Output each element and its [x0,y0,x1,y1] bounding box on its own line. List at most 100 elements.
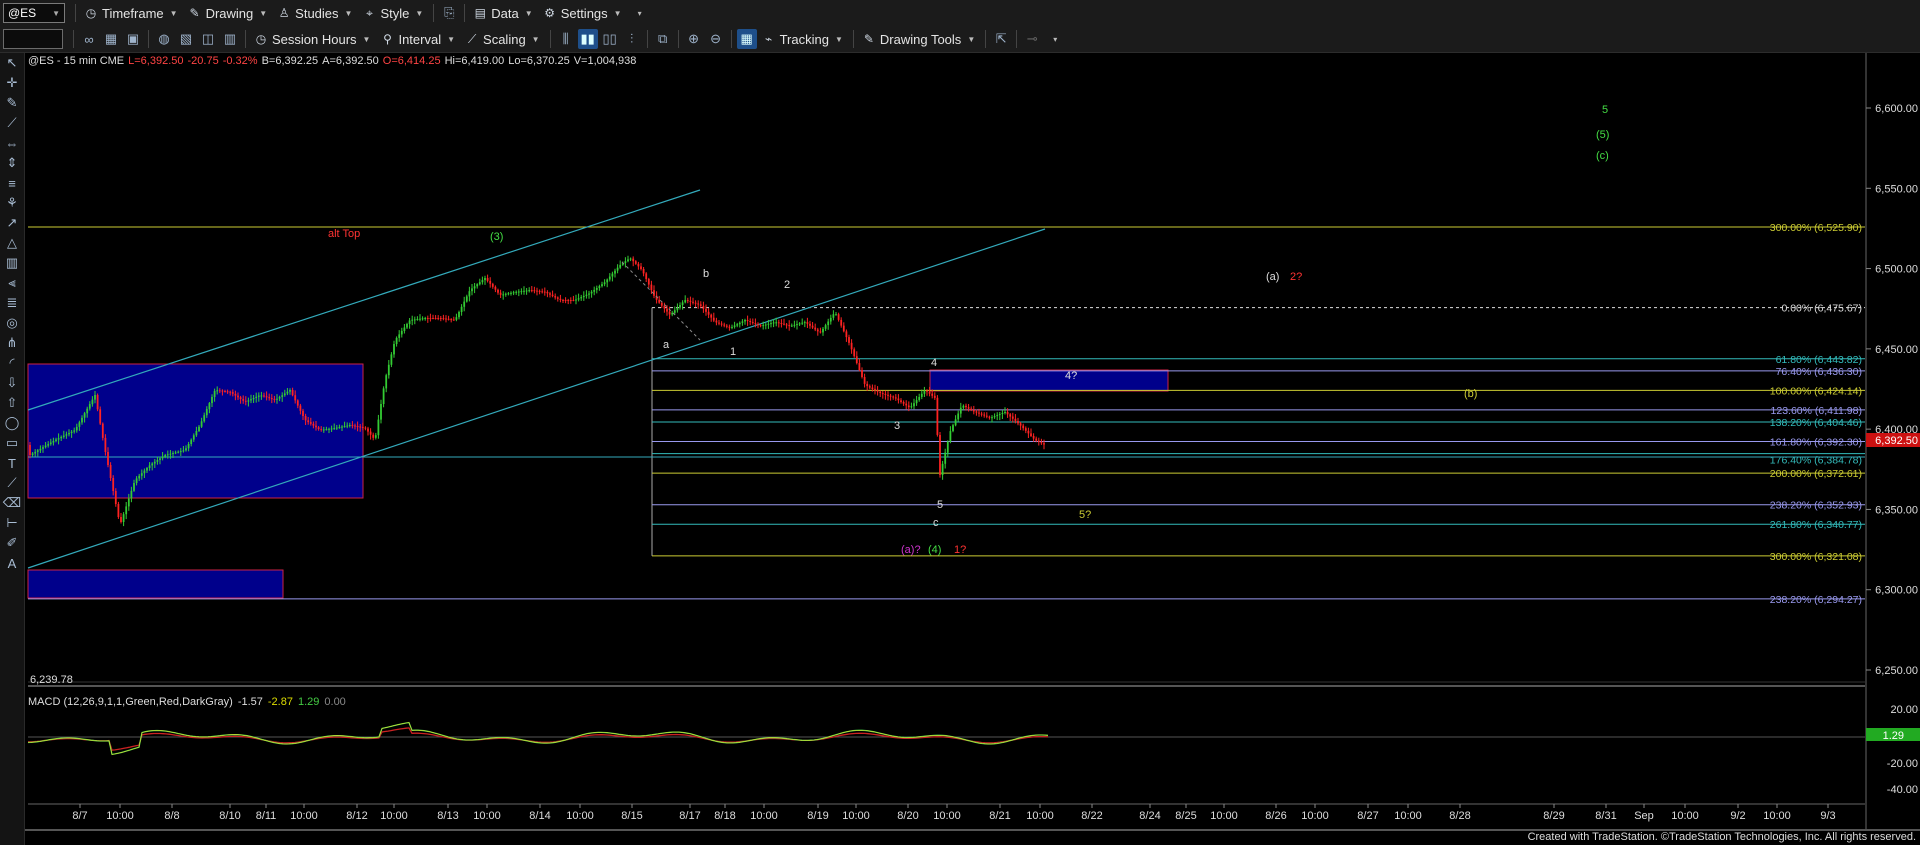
tracking-menu[interactable]: ⌁ Tracking ▼ [758,28,847,50]
price-chart[interactable]: 6,600.006,550.006,500.006,450.006,400.00… [0,0,1920,845]
data-window-icon[interactable]: ▦ [736,29,757,49]
vertical-line-icon[interactable]: ⇕ [0,153,24,173]
overflow-menu-2[interactable]: ▾ [1043,28,1061,50]
candle-body [939,435,941,475]
fib-retracement-icon[interactable]: ≡ [0,173,24,193]
arrow-down-icon[interactable]: ⇩ [0,373,24,393]
link-windows-icon[interactable]: ⎘ [439,3,459,23]
candle-body [369,431,372,435]
wave-label: (a)? [901,544,921,556]
candle-body [104,437,107,452]
candle-body [744,320,746,322]
ellipse-icon[interactable]: ◯ [0,413,24,433]
price-tick-label: 6,450.00 [1875,344,1918,356]
candle-body [928,391,931,394]
zoom-out-icon[interactable]: ⊖ [706,29,726,49]
interval-label: Interval [398,31,442,47]
scaling-menu[interactable]: ⟋ Scaling ▼ [461,28,544,50]
settings-menu[interactable]: ⚙ Settings ▼ [539,2,626,24]
ray-icon[interactable]: ↗ [0,213,24,233]
candle-body [471,288,473,292]
speed-lines-icon[interactable]: ⚘ [0,193,24,213]
style-menu[interactable]: ⌖ Style ▼ [358,2,427,24]
interval-menu[interactable]: ⚲ Interval ▼ [376,28,459,50]
drawing-tools-menu[interactable]: ✎ Drawing Tools ▼ [858,28,979,50]
ohlc-icon[interactable]: ⫶ [622,29,642,49]
channel-icon[interactable]: ≣ [0,293,24,313]
bars-icon[interactable]: ▥ [0,253,24,273]
crosshair-icon[interactable]: ✛ [0,73,24,93]
studies-menu[interactable]: ♙ Studies ▼ [273,2,356,24]
andrews-pitchfork-icon[interactable]: ⋔ [0,333,24,353]
candle-body [442,318,445,320]
chain-link-icon[interactable]: ∞ [79,29,99,49]
chevron-down-icon: ▼ [524,8,533,18]
gann-icon[interactable]: ◎ [0,313,24,333]
split-view-icon[interactable]: ⧉ [653,29,673,49]
overflow-menu[interactable]: ▾ [628,2,646,24]
date-tick-label: 9/2 [1730,810,1745,822]
candle-body [684,300,687,303]
chevron-down-icon: ▼ [344,8,353,18]
arc-icon[interactable]: ◜ [0,353,24,373]
page-icon[interactable]: ▣ [123,29,143,49]
link-chain-icon[interactable]: ⊸ [1022,29,1042,49]
triangle-icon[interactable]: △ [0,233,24,253]
symbol-input[interactable]: @ES ▼ [3,3,65,23]
last-price: L=6,392.50 [128,55,184,67]
macd-tick-label: 20.00 [1890,704,1918,716]
high-price: Hi=6,419.00 [444,55,505,67]
pointer-icon[interactable]: ↖ [0,53,24,73]
gear-icon: ⚙ [544,6,556,20]
zoom-in-icon[interactable]: ⊕ [684,29,704,49]
text-icon[interactable]: T [0,453,24,473]
bar-chart-icon[interactable]: ⫼ [556,29,576,49]
timeframe-menu[interactable]: ◷ Timeframe ▼ [80,2,182,24]
candle-body [187,444,190,449]
data-menu[interactable]: ▤ Data ▼ [469,2,536,24]
arrow-up-icon[interactable]: ⇧ [0,393,24,413]
macd-value-label: 1.29 [1883,730,1904,742]
marker-icon[interactable]: ⟋ [0,473,24,493]
candle-body [897,398,900,401]
fib-fan-icon[interactable]: ⫷ [0,273,24,293]
price-tick-label: 6,250.00 [1875,665,1918,677]
hollow-candle-icon[interactable]: ▯▯ [600,29,620,49]
candle-body [746,320,749,321]
pencil-icon[interactable]: ✎ [0,93,24,113]
candle-body [811,325,814,328]
measure-icon[interactable]: ⊢ [0,513,24,533]
globe-icon[interactable]: ◍ [154,29,174,49]
candle-body [57,438,60,440]
candle-body [725,325,728,327]
date-tick-label: 8/29 [1543,810,1564,822]
layout-icon[interactable]: ◫ [198,29,218,49]
drawing-menu[interactable]: ✎ Drawing ▼ [184,2,272,24]
calendar-icon[interactable]: ▥ [220,29,240,49]
brush-icon[interactable]: ✐ [0,533,24,553]
candle-body [296,400,299,406]
chevron-down-icon: ▼ [531,34,540,44]
rectangle-icon[interactable]: ▭ [0,433,24,453]
candle-body [710,314,713,318]
candle-body [858,363,861,370]
candle-body [164,455,167,457]
toolbar-divider [985,30,987,48]
candle-body [463,301,466,307]
grid-icon[interactable]: ▦ [101,29,121,49]
horizontal-line-icon[interactable]: ⇔ [0,133,24,153]
eraser-icon[interactable]: ⌫ [0,493,24,513]
symbol-dropdown-icon[interactable]: ▼ [52,9,60,18]
candle-body [837,314,840,320]
image-icon[interactable]: ▧ [176,29,196,49]
candle-body [439,318,442,319]
workspace-select[interactable] [3,29,63,49]
candle-body [816,329,819,332]
candlestick-icon[interactable]: ▮▮ [577,29,598,49]
text-label-icon[interactable]: A [0,553,24,573]
candle-body [99,409,102,424]
trendline-icon[interactable]: ⟋ [0,113,24,133]
export-icon[interactable]: ⇱ [991,29,1011,49]
session-hours-menu[interactable]: ◷ Session Hours ▼ [250,28,374,50]
candle-body [569,300,572,301]
